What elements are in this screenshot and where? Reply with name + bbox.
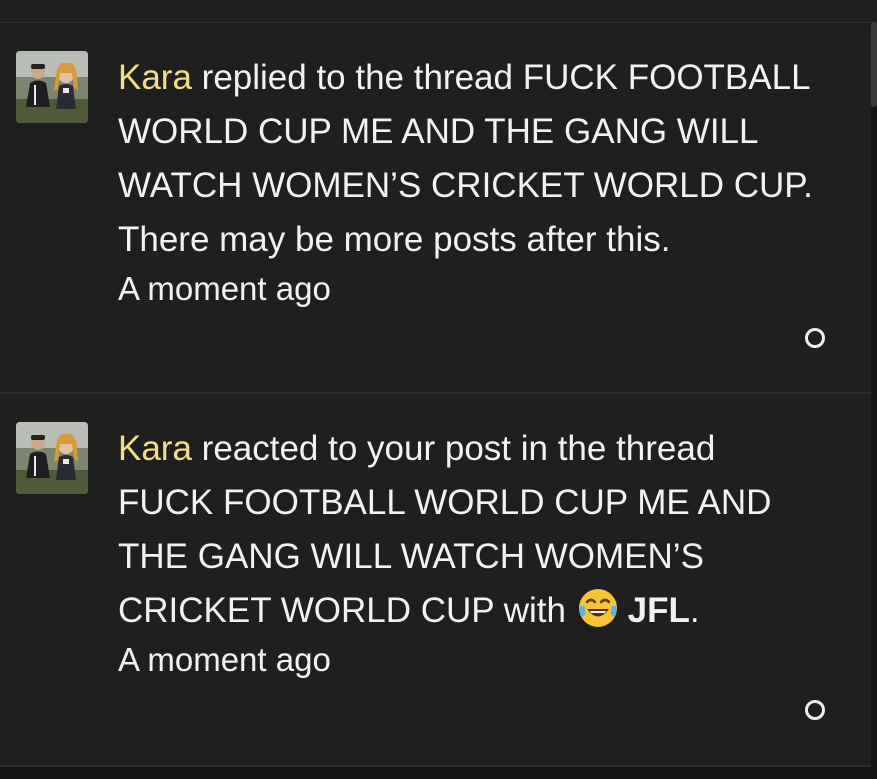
notification-list: Kara replied to the thread FUCK FOOTBALL… (0, 23, 871, 767)
user-avatar-photo-icon (16, 422, 88, 494)
user-avatar-photo-icon (16, 51, 88, 123)
tears-of-joy-emoji-icon (578, 589, 617, 627)
notification-message: Kara replied to the thread FUCK FOOTBALL… (118, 51, 818, 267)
scrollbar[interactable] (871, 22, 877, 107)
mark-read-circle-icon[interactable] (805, 700, 825, 720)
notification-text[interactable]: replied to the thread FUCK FOOTBALL WORL… (118, 58, 813, 259)
notification-item[interactable]: Kara reacted to your post in the thread … (0, 394, 871, 767)
trailing-period: . (689, 591, 700, 630)
avatar[interactable] (16, 422, 88, 494)
notification-message: Kara reacted to your post in the thread … (118, 422, 818, 638)
notification-content: Kara replied to the thread FUCK FOOTBALL… (118, 51, 818, 309)
avatar[interactable] (16, 51, 88, 123)
top-strip (0, 0, 877, 23)
timestamp: A moment ago (118, 270, 331, 307)
reaction-label[interactable]: JFL (628, 591, 690, 630)
notification-item[interactable]: Kara replied to the thread FUCK FOOTBALL… (0, 23, 871, 394)
timestamp: A moment ago (118, 641, 331, 678)
username-link[interactable]: Kara (118, 429, 192, 468)
username-link[interactable]: Kara (118, 58, 192, 97)
notification-content: Kara reacted to your post in the thread … (118, 422, 818, 680)
mark-read-circle-icon[interactable] (805, 328, 825, 348)
